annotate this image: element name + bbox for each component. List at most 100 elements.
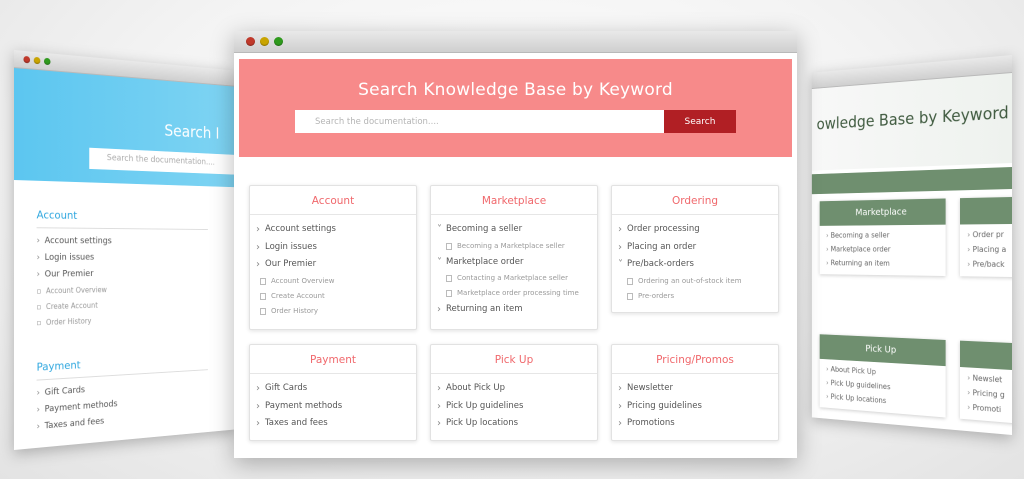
- card-title: [960, 340, 1012, 371]
- list-item[interactable]: › Login issues: [256, 239, 410, 257]
- list-subitem[interactable]: Account Overview: [256, 274, 410, 289]
- list-item[interactable]: Order pr: [960, 224, 1012, 239]
- card-title[interactable]: Pricing/Promos: [612, 345, 778, 374]
- list-item[interactable]: › Account settings: [256, 221, 410, 239]
- list-item[interactable]: ˅ Becoming a seller: [437, 221, 591, 239]
- list-item[interactable]: › Newsletter: [618, 380, 772, 398]
- list-item[interactable]: Promoti: [960, 396, 1012, 424]
- chevron-right-icon: ›: [618, 383, 622, 394]
- right-hero-title: owledge Base by Keyword: [816, 103, 1009, 135]
- list-item[interactable]: Pre/back: [960, 254, 1012, 277]
- right-browser-window: owledge Base by Keyword Marketplace Beco…: [811, 55, 1012, 435]
- left-payment-heading[interactable]: Payment: [36, 351, 208, 381]
- left-payment-section: Payment Gift Cards Payment methods Taxes…: [36, 351, 208, 439]
- pickup-card: Pick Up › About Pick Up › Pick Up guidelin…: [430, 344, 598, 441]
- hero-title: Search Knowledge Base by Keyword: [358, 80, 673, 100]
- document-icon: [446, 275, 452, 282]
- card-title[interactable]: Marketplace: [431, 186, 597, 215]
- list-item[interactable]: › Returning an item: [437, 301, 591, 319]
- list-item[interactable]: › Pick Up locations: [437, 415, 591, 433]
- document-icon: [627, 277, 633, 285]
- minimize-dot-icon[interactable]: [33, 56, 41, 65]
- chevron-right-icon: ›: [256, 259, 260, 270]
- list-item[interactable]: › Pick Up guidelines: [437, 398, 591, 416]
- list-subitem[interactable]: Create Account: [37, 298, 208, 311]
- list-item[interactable]: Login issues: [37, 253, 208, 263]
- chevron-right-icon: ›: [437, 400, 441, 412]
- chevron-down-icon: ˅: [437, 256, 442, 268]
- close-dot-icon[interactable]: [246, 37, 255, 46]
- left-account-heading[interactable]: Account: [36, 208, 208, 230]
- list-subitem[interactable]: Becoming a Marketplace seller: [437, 239, 591, 254]
- right-pricing-card: Newslet Pricing g Promoti: [960, 340, 1012, 425]
- list-subitem[interactable]: Order History: [37, 313, 208, 327]
- search-hero-banner: Search Knowledge Base by Keyword Search: [239, 59, 792, 157]
- list-item[interactable]: › Pricing guidelines: [618, 398, 772, 416]
- left-search-input[interactable]: Search the documentation....: [89, 147, 236, 176]
- search-button[interactable]: Search: [664, 110, 736, 133]
- payment-card: Payment › Gift Cards › Payment methods › Ta…: [249, 344, 417, 441]
- card-title: [960, 196, 1012, 225]
- document-icon: [260, 292, 266, 300]
- left-browser-window: Search I Search the documentation.... Ac…: [14, 50, 236, 450]
- chevron-right-icon: ›: [437, 383, 441, 394]
- chevron-right-icon: ›: [256, 241, 260, 253]
- chevron-right-icon: ›: [618, 241, 622, 253]
- document-icon: [627, 292, 633, 300]
- list-subitem[interactable]: Create Account: [256, 289, 410, 304]
- document-icon: [260, 307, 266, 315]
- left-hero-banner: Search I Search the documentation....: [14, 68, 236, 188]
- list-item[interactable]: › Taxes and fees: [256, 415, 410, 433]
- list-subitem[interactable]: Pre-orders: [618, 289, 772, 304]
- document-icon: [260, 277, 266, 285]
- list-item[interactable]: Placing a: [960, 239, 1012, 254]
- main-window-titlebar: [234, 31, 797, 53]
- chevron-down-icon: ˅: [618, 259, 623, 270]
- right-pickup-card: Pick Up About Pick Up Pick Up guidelines…: [819, 334, 946, 418]
- card-title[interactable]: Account: [250, 186, 416, 215]
- list-item[interactable]: Our Premier: [37, 268, 208, 279]
- list-subitem[interactable]: Order History: [256, 304, 410, 319]
- maximize-dot-icon[interactable]: [274, 37, 283, 46]
- chevron-right-icon: ›: [256, 224, 260, 235]
- minimize-dot-icon[interactable]: [260, 37, 269, 46]
- chevron-right-icon: ›: [256, 418, 260, 429]
- list-item[interactable]: › Promotions: [618, 415, 772, 433]
- right-hero-banner: owledge Base by Keyword: [811, 73, 1012, 171]
- card-title[interactable]: Ordering: [612, 186, 778, 215]
- list-item[interactable]: › Order processing: [618, 221, 772, 239]
- list-item[interactable]: ˅ Pre/back-orders: [618, 256, 772, 274]
- list-item[interactable]: Marketplace order: [820, 239, 946, 254]
- document-icon: [446, 242, 452, 250]
- chevron-right-icon: ›: [618, 418, 622, 429]
- list-item[interactable]: Account settings: [37, 236, 208, 246]
- right-marketplace-card: Marketplace Becoming a seller Marketplac…: [819, 198, 946, 277]
- maximize-dot-icon[interactable]: [44, 57, 51, 66]
- list-item[interactable]: ˅ Marketplace order: [437, 254, 591, 272]
- document-icon: [446, 290, 452, 297]
- list-item[interactable]: › Gift Cards: [256, 380, 410, 398]
- left-account-section: Account Account settings Login issues Ou…: [36, 208, 208, 334]
- list-item[interactable]: › Our Premier: [256, 256, 410, 274]
- list-item[interactable]: › Payment methods: [256, 398, 410, 416]
- chevron-right-icon: ›: [256, 400, 260, 412]
- list-subitem[interactable]: Ordering an out-of-stock item: [618, 274, 772, 289]
- list-item[interactable]: › Placing an order: [618, 239, 772, 257]
- account-card: Account › Account settings › Login issues …: [249, 185, 417, 330]
- chevron-right-icon: ›: [437, 418, 441, 429]
- close-dot-icon[interactable]: [23, 55, 31, 64]
- list-subitem[interactable]: Contacting a Marketplace seller: [437, 271, 591, 286]
- pricing-promos-card: Pricing/Promos › Newsletter › Pricing guid…: [611, 344, 779, 441]
- right-search-bar[interactable]: [811, 167, 1012, 195]
- chevron-right-icon: ›: [618, 400, 622, 412]
- list-item[interactable]: Returning an item: [820, 253, 946, 276]
- card-title[interactable]: Payment: [250, 345, 416, 374]
- card-title[interactable]: Pick Up: [431, 345, 597, 374]
- marketplace-card: Marketplace ˅ Becoming a seller Becoming …: [430, 185, 598, 330]
- list-item[interactable]: Becoming a seller: [820, 225, 946, 240]
- card-title[interactable]: Marketplace: [819, 198, 946, 226]
- list-subitem[interactable]: Account Overview: [37, 284, 208, 296]
- search-input[interactable]: [295, 110, 665, 133]
- list-subitem[interactable]: Marketplace order processing time: [437, 286, 591, 301]
- list-item[interactable]: › About Pick Up: [437, 380, 591, 398]
